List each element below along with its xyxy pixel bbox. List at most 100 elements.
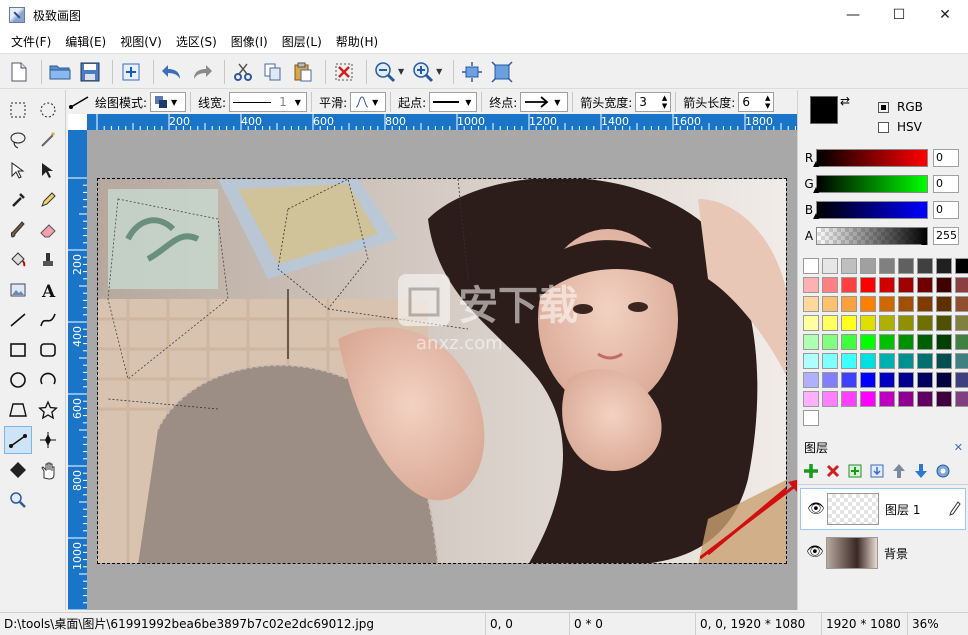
copy-icon[interactable] <box>260 59 286 85</box>
palette-swatch[interactable] <box>822 391 838 407</box>
palette-swatch[interactable] <box>822 353 838 369</box>
menu-edit[interactable]: 编辑(E) <box>58 30 113 54</box>
palette-swatch[interactable] <box>860 353 876 369</box>
menu-layer[interactable]: 图层(L) <box>275 30 329 54</box>
draw-mode-select[interactable]: ▼ <box>150 92 187 112</box>
palette-swatch[interactable] <box>803 410 819 426</box>
spinner-arrows-icon[interactable]: ▲ ▼ <box>662 94 667 110</box>
palette-swatch[interactable] <box>879 353 895 369</box>
brush-icon[interactable] <box>4 216 32 244</box>
palette-swatch[interactable] <box>936 372 952 388</box>
channel-track[interactable]: ▲ <box>813 175 928 194</box>
zoom-out-icon[interactable] <box>372 59 398 85</box>
eye-icon[interactable]: 👁 <box>807 501 825 517</box>
palette-swatch[interactable] <box>803 353 819 369</box>
arc-icon[interactable] <box>34 366 62 394</box>
fit-center-icon[interactable] <box>459 59 485 85</box>
palette-swatch[interactable] <box>955 315 968 331</box>
channel-value[interactable]: 0 <box>933 149 959 167</box>
palette-swatch[interactable] <box>917 258 933 274</box>
layer-properties-icon[interactable] <box>934 462 952 480</box>
polyline-icon[interactable] <box>4 426 32 454</box>
curve-icon[interactable] <box>34 306 62 334</box>
palette-swatch[interactable] <box>898 391 914 407</box>
channel-value[interactable]: 0 <box>933 201 959 219</box>
palette-swatch[interactable] <box>955 353 968 369</box>
palette-swatch[interactable] <box>917 277 933 293</box>
menu-view[interactable]: 视图(V) <box>113 30 169 54</box>
palette-swatch[interactable] <box>879 391 895 407</box>
undo-icon[interactable] <box>159 59 185 85</box>
move-selection-icon[interactable] <box>4 156 32 184</box>
menu-selection[interactable]: 选区(S) <box>169 30 224 54</box>
channel-track[interactable]: ▲ <box>813 149 928 168</box>
palette-swatch[interactable] <box>803 391 819 407</box>
palette-swatch[interactable] <box>822 277 838 293</box>
maximize-button[interactable]: ☐ <box>876 0 922 30</box>
zoom-out-dropdown-icon[interactable]: ▼ <box>398 67 404 76</box>
palette-swatch[interactable] <box>917 334 933 350</box>
palette-swatch[interactable] <box>917 391 933 407</box>
menu-file[interactable]: 文件(F) <box>4 30 58 54</box>
palette-swatch[interactable] <box>860 296 876 312</box>
palette-swatch[interactable] <box>803 277 819 293</box>
palette-swatch[interactable] <box>898 372 914 388</box>
magic-wand-icon[interactable] <box>34 126 62 154</box>
palette-swatch[interactable] <box>841 258 857 274</box>
move-layer-down-icon[interactable] <box>912 462 930 480</box>
open-folder-icon[interactable] <box>47 59 73 85</box>
end-cap-select[interactable]: ▼ <box>520 92 569 112</box>
palette-swatch[interactable] <box>879 334 895 350</box>
palette-swatch[interactable] <box>841 353 857 369</box>
menu-image[interactable]: 图像(I) <box>224 30 275 54</box>
palette-swatch[interactable] <box>917 296 933 312</box>
image-icon[interactable] <box>4 276 32 304</box>
layer-row-layer1[interactable]: 👁 图层 1 <box>800 488 966 530</box>
layer-row-background[interactable]: 👁 背景 <box>800 532 966 574</box>
eraser-icon[interactable] <box>34 216 62 244</box>
menu-help[interactable]: 帮助(H) <box>329 30 385 54</box>
new-file-icon[interactable] <box>6 59 32 85</box>
palette-swatch[interactable] <box>936 334 952 350</box>
move-layer-up-icon[interactable] <box>890 462 908 480</box>
eyedropper-icon[interactable] <box>4 186 32 214</box>
palette-swatch[interactable] <box>898 258 914 274</box>
hsv-radio[interactable] <box>878 121 889 133</box>
slider-thumb-icon[interactable]: ▲ <box>813 159 819 168</box>
channel-track[interactable]: ▲ <box>816 227 928 246</box>
palette-swatch[interactable] <box>879 315 895 331</box>
palette-swatch[interactable] <box>936 391 952 407</box>
close-button[interactable]: ✕ <box>922 0 968 30</box>
palette-swatch[interactable] <box>822 315 838 331</box>
zoom-in-icon[interactable] <box>410 59 436 85</box>
palette-swatch[interactable] <box>936 277 952 293</box>
add-layer-icon[interactable] <box>118 59 144 85</box>
palette-swatch[interactable] <box>955 296 968 312</box>
palette-swatch[interactable] <box>936 315 952 331</box>
paint-bucket-icon[interactable] <box>4 246 32 274</box>
slider-thumb-icon[interactable]: ▲ <box>921 237 927 246</box>
text-icon[interactable]: A <box>34 276 62 304</box>
palette-swatch[interactable] <box>917 353 933 369</box>
slider-thumb-icon[interactable]: ▲ <box>813 185 819 194</box>
palette-swatch[interactable] <box>841 315 857 331</box>
rgb-radio[interactable] <box>878 101 889 113</box>
palette-swatch[interactable] <box>879 277 895 293</box>
lasso-select-icon[interactable] <box>4 126 32 154</box>
line-icon[interactable] <box>4 306 32 334</box>
arrow-length-spinner[interactable]: 6 ▲ ▼ <box>738 92 775 112</box>
channel-track[interactable]: ▲ <box>813 201 928 220</box>
paste-icon[interactable] <box>290 59 316 85</box>
palette-swatch[interactable] <box>955 391 968 407</box>
line-width-select[interactable]: 1 ▼ <box>229 92 308 112</box>
palette-swatch[interactable] <box>860 277 876 293</box>
zoom-icon[interactable] <box>4 486 32 514</box>
star-icon[interactable] <box>34 396 62 424</box>
palette-swatch[interactable] <box>879 372 895 388</box>
palette-swatch[interactable] <box>803 372 819 388</box>
canvas-image[interactable]: 安下载 anxz.com <box>97 178 787 564</box>
redo-icon[interactable] <box>189 59 215 85</box>
arrow-width-spinner[interactable]: 3 ▲ ▼ <box>635 92 672 112</box>
palette-swatch[interactable] <box>860 334 876 350</box>
channel-value[interactable]: 0 <box>933 175 959 193</box>
